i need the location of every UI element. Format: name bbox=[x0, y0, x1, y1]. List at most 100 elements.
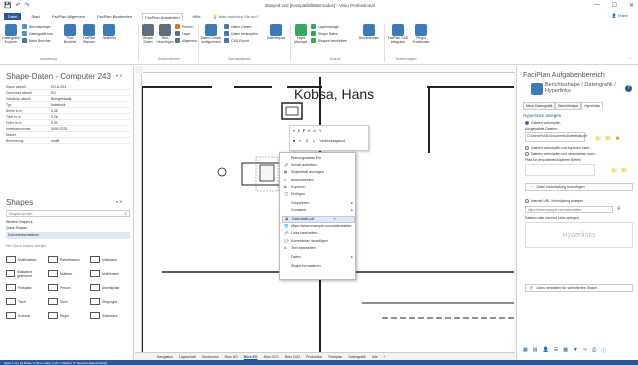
sheet-tab-buero-og1[interactable]: Büro OG1 bbox=[264, 355, 279, 359]
shape-arbeitsplatz[interactable]: Arbeitsplatz bbox=[90, 282, 128, 293]
ribbon-button-person[interactable]: Person bbox=[175, 24, 193, 29]
redo-icon[interactable]: ↷ bbox=[25, 2, 30, 9]
shape-person[interactable]: Person bbox=[48, 282, 86, 293]
close-icon[interactable]: ✕ bbox=[629, 2, 634, 9]
panel-options-icon[interactable]: ▾ ✕ bbox=[116, 73, 122, 78]
search-icon[interactable]: ⚲ bbox=[125, 212, 127, 216]
font-color-icon[interactable]: A bbox=[313, 129, 315, 133]
sheet-tab-buero-eg[interactable]: Büro EG bbox=[244, 355, 258, 359]
menu-item-kopieren[interactable]: ⧉ Kopieren bbox=[282, 184, 355, 191]
menu-item-gruppieren[interactable]: Gruppieren ▸ bbox=[282, 200, 355, 207]
ribbon-button-daten-center[interactable]: Daten-Center bbox=[224, 24, 251, 29]
shape-sideboard[interactable]: Sideboard bbox=[90, 310, 128, 321]
ribbon-button-datengrafik-explorer[interactable]: Datengrafik Explorer bbox=[2, 24, 20, 45]
stencil-document[interactable]: Dokumentschablone bbox=[6, 232, 130, 239]
menu-item-daten[interactable]: Daten ▸ bbox=[282, 254, 355, 261]
arrange-icon[interactable]: ⇅ bbox=[305, 139, 308, 143]
tool-info-icon[interactable]: ⓘ bbox=[601, 347, 606, 354]
ribbon-button-shape-daten[interactable]: Shape Daten bbox=[141, 24, 155, 45]
ribbon-button-berichtsshape[interactable]: Berichtsshape bbox=[22, 24, 51, 29]
shape-schrank[interactable]: Schrank bbox=[6, 310, 44, 321]
target-path-field[interactable] bbox=[525, 164, 595, 176]
font-size-field[interactable]: 8 bbox=[298, 129, 300, 133]
url-input[interactable]: https://www.example.com/datenblätter bbox=[525, 206, 613, 213]
menu-item-links-bearbeiten[interactable]: 🔗 Links bearbeiten... bbox=[282, 230, 355, 237]
tab-neue-datengrafik[interactable]: Neue Datengrafik bbox=[523, 102, 556, 110]
manage-links-button[interactable]: 🔗 Links verwalten für selektiertes Shape bbox=[525, 284, 633, 292]
ribbon-button-neue-berichte[interactable]: Neue Berichte bbox=[22, 38, 51, 43]
sheet-tab-flurbplan[interactable]: Flurbplan bbox=[328, 355, 342, 359]
radio-internet-url[interactable]: Internet URL Verknüpfung anlegen bbox=[525, 199, 583, 203]
tool-print-icon[interactable]: ⎙ bbox=[592, 347, 596, 354]
sheet-tab-alle[interactable]: Alle bbox=[372, 355, 378, 359]
tool-chart-icon[interactable]: ▩ bbox=[563, 347, 568, 354]
url-search-icon[interactable]: ⚲ bbox=[617, 206, 621, 212]
undo-icon[interactable]: ↶ bbox=[15, 2, 20, 9]
shape-multifunktion[interactable]: Multifunktion bbox=[6, 254, 44, 265]
ribbon-button-datengrafik-neu[interactable]: Datengrafik neu bbox=[22, 31, 53, 36]
tool-layers-icon[interactable]: ☰ bbox=[554, 347, 558, 354]
tab-facplan-allgemein[interactable]: FacPlan Allgemein bbox=[50, 13, 87, 20]
tab-facplan-auswerten[interactable]: FacPlan Auswerten bbox=[142, 12, 183, 21]
shape-multiwand[interactable]: Multiwand bbox=[90, 254, 128, 265]
shape-stuhl[interactable]: Stuhl bbox=[48, 296, 86, 307]
shape-regal[interactable]: Regal bbox=[48, 310, 86, 321]
prop-row[interactable]: Bemerkung mobil bbox=[6, 138, 130, 144]
folder-icon[interactable]: 📁 bbox=[595, 136, 601, 142]
shape-multiwur[interactable]: Multiwur bbox=[48, 268, 86, 279]
menu-item-einfuegen[interactable]: 📋 Einfügen bbox=[282, 191, 355, 198]
ribbon-button-layer[interactable]: Layer bbox=[175, 31, 190, 36]
italic-icon[interactable]: K bbox=[308, 129, 310, 133]
ribbon-button-shape-daten-view[interactable]: Shape Daten bbox=[311, 31, 338, 36]
share-button[interactable]: 👤 Teilen bbox=[612, 13, 628, 18]
ribbon-button-allgemein[interactable]: Allgemein bbox=[175, 38, 197, 43]
menu-item-schatt-aufheben[interactable]: 🔗 Schatt aufheben bbox=[282, 162, 355, 169]
quick-shapes-link[interactable]: Quick Shapes bbox=[6, 226, 27, 230]
menu-item-url[interactable]: 🌐 https://www.example.com/datenblatter bbox=[282, 223, 355, 230]
collapse-ribbon-icon[interactable]: ⌃ bbox=[629, 57, 632, 62]
tab-file[interactable]: Datei bbox=[4, 13, 22, 20]
add-file-icon[interactable]: 📁 bbox=[605, 136, 611, 142]
ribbon-button-druckrahmen[interactable]: Druckrahmen bbox=[358, 24, 380, 41]
format-painter-icon[interactable]: ✎ bbox=[319, 129, 322, 133]
sheet-tab-geschosse[interactable]: Geschosse bbox=[202, 355, 219, 359]
connector-tool-icon[interactable]: ↳ bbox=[312, 139, 315, 143]
sheet-tab-navigation[interactable]: Navigation bbox=[157, 355, 173, 359]
tool-table-icon[interactable]: ▤ bbox=[533, 347, 538, 354]
ribbon-button-daten-verknuepfen[interactable]: Daten verknüpfen bbox=[224, 31, 258, 36]
tab-hilfe[interactable]: Hilfe bbox=[191, 13, 203, 20]
shapes-search-input[interactable]: Shapes suchen ⚲ bbox=[6, 210, 130, 217]
radio-dateien-verknuepfen[interactable]: Dateien verknüpfen bbox=[525, 121, 560, 125]
tab-start[interactable]: Start bbox=[29, 13, 41, 20]
shape-multifenster[interactable]: Multifenster bbox=[90, 268, 128, 279]
browse-folder-icon[interactable]: 📁 bbox=[611, 168, 617, 174]
radio-verschieben-nach[interactable]: Dateien verknüpfen und verschieben nach.… bbox=[525, 152, 597, 156]
sheet-tab-lageschaft[interactable]: Lageschaft bbox=[179, 355, 196, 359]
whiteboard-shape[interactable] bbox=[281, 102, 303, 120]
shape-multiwand-gekruemmt[interactable]: Multiwand gekrümmt bbox=[6, 268, 44, 279]
fill-icon[interactable]: ■ bbox=[293, 139, 295, 143]
help-icon[interactable]: ? bbox=[625, 85, 632, 92]
tool-filter-icon[interactable]: ▼ bbox=[573, 347, 578, 354]
tool-grid-icon[interactable]: ▦ bbox=[523, 347, 528, 354]
tab-facplan-bearbeiten[interactable]: FacPlan Bearbeiten bbox=[95, 13, 134, 20]
menu-item-planungsdata[interactable]: Planungsdatas Ein bbox=[282, 155, 355, 162]
save-icon[interactable]: 💾 bbox=[4, 2, 11, 9]
shape-stegruppe[interactable]: Stegruppe bbox=[90, 296, 128, 307]
sheet-tab-produktion[interactable]: Produktion bbox=[306, 355, 322, 359]
clear-folder-icon[interactable]: 📁 bbox=[621, 168, 627, 174]
ribbon-button-layer-manager[interactable]: Layer Manager bbox=[293, 24, 309, 45]
sheet-tab-datengrafik[interactable]: Datengrafik bbox=[348, 355, 365, 359]
menu-item-datenblatt-pdf[interactable]: ▣ Datenblatt.pdf ↖ bbox=[282, 216, 355, 223]
tab-berichtshape[interactable]: Berichtshape bbox=[555, 102, 582, 110]
font-dropdown[interactable]: ▾ bbox=[293, 129, 295, 133]
menu-item-text-bearbeiten[interactable]: A Text bearbeiten bbox=[282, 245, 355, 252]
line-icon[interactable]: ━ bbox=[299, 139, 301, 143]
tool-export-icon[interactable]: ⇒ bbox=[583, 347, 587, 354]
ribbon-button-facplan-reports[interactable]: FacPlan Reports bbox=[80, 24, 98, 45]
ribbon-button-plugin-funktionen[interactable]: Plugin Funktionen bbox=[411, 24, 431, 45]
tell-me-search[interactable]: 💡 Was möchten Sie tun? bbox=[211, 13, 261, 20]
tab-hyperlinks[interactable]: Hyperlinks bbox=[581, 102, 604, 110]
ribbon-button-shapes-beschriften[interactable]: Shapes beschriften bbox=[311, 38, 347, 43]
tool-person-icon[interactable]: 👤 bbox=[542, 347, 548, 354]
